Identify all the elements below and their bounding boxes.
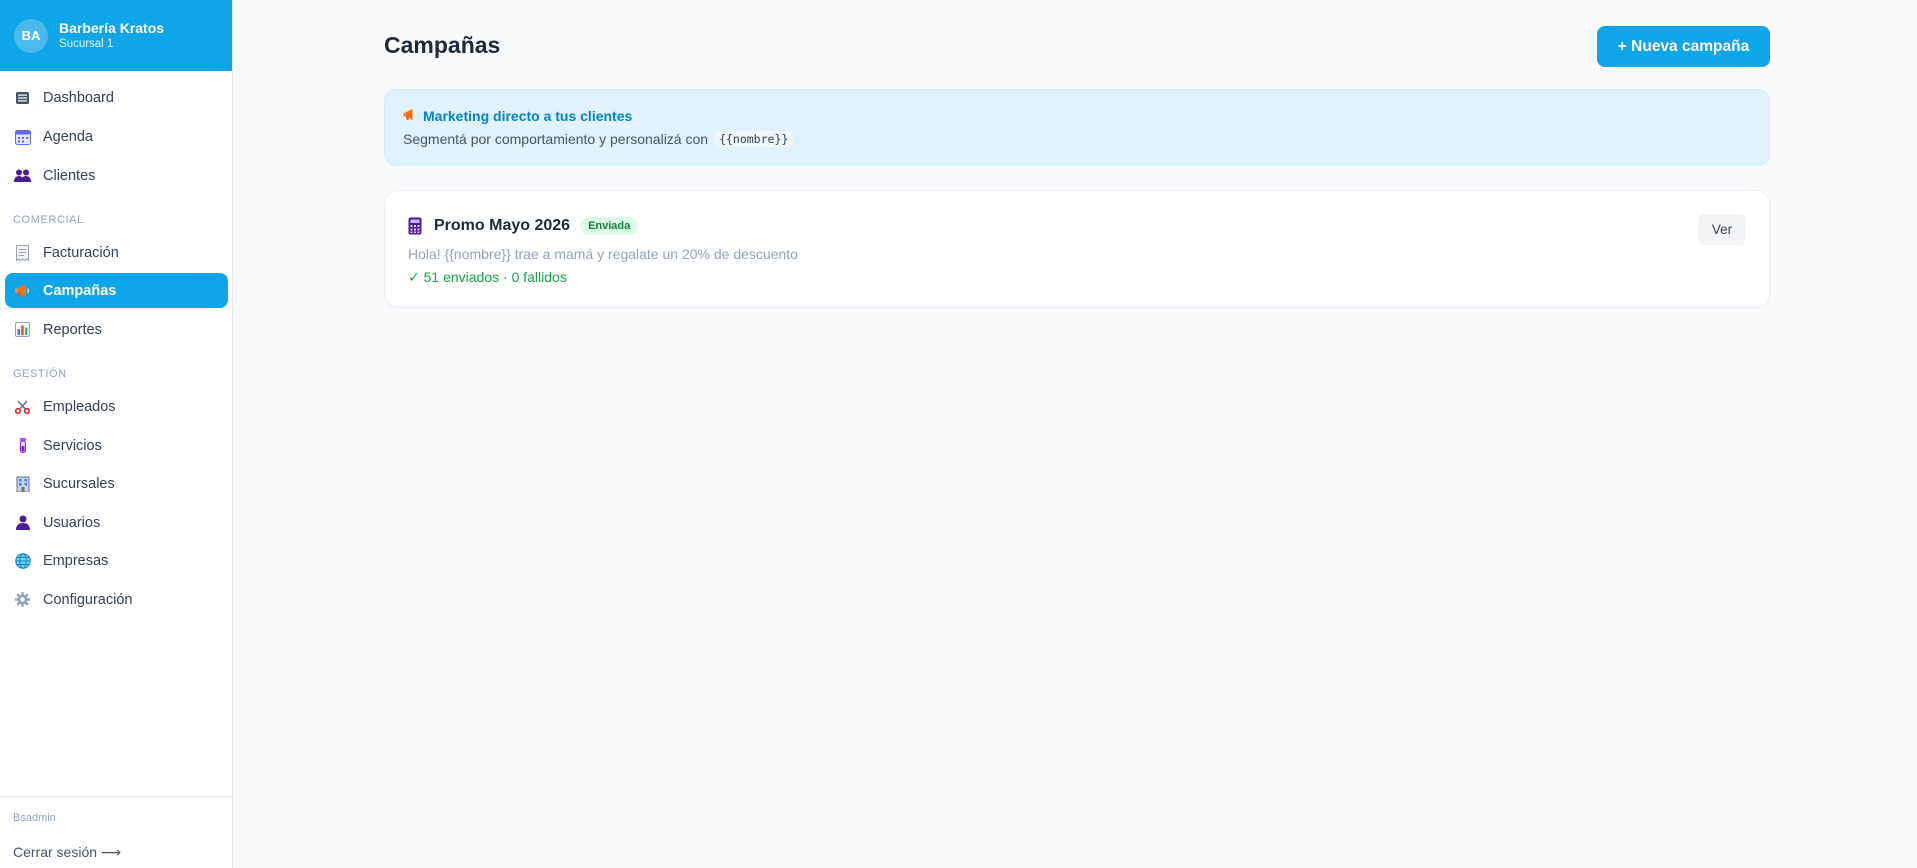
- sidebar-footer: Bsadmin Cerrar sesión ⟶: [0, 796, 233, 860]
- users-icon: [14, 167, 31, 184]
- campaign-card: Promo Mayo 2026 Enviada Hola! {{nombre}}…: [384, 190, 1770, 307]
- info-title: Marketing directo a tus clientes: [423, 108, 633, 124]
- sidebar-item-clientes[interactable]: Clientes: [5, 158, 228, 193]
- new-campaign-button[interactable]: + Nueva campaña: [1597, 26, 1770, 67]
- list-icon: [14, 89, 31, 106]
- section-label-gestion: GESTIÓN: [13, 368, 67, 380]
- section-label-comercial: COMERCIAL: [13, 214, 84, 226]
- sidebar-item-usuarios[interactable]: Usuarios: [5, 505, 228, 540]
- sidebar-item-label: Reportes: [43, 321, 102, 338]
- globe-icon: [14, 552, 31, 569]
- megaphone-icon: [14, 282, 31, 299]
- sidebar-item-label: Facturación: [43, 244, 119, 261]
- calendar-icon: [14, 128, 31, 145]
- sidebar-item-sucursales[interactable]: Sucursales: [5, 466, 228, 501]
- bar-chart-icon: [14, 321, 31, 338]
- sidebar-item-label: Clientes: [43, 167, 96, 184]
- status-badge: Enviada: [580, 217, 639, 235]
- info-text: Segmentá por comportamiento y personaliz…: [403, 131, 709, 147]
- placeholder-token: {{nombre}}: [714, 131, 794, 147]
- sidebar-item-label: Empleados: [43, 398, 116, 415]
- sidebar-item-label: Configuración: [43, 591, 133, 608]
- sidebar-item-label: Agenda: [43, 128, 93, 145]
- business-name: Barbería Kratos: [59, 19, 165, 36]
- avatar: BA: [14, 18, 48, 53]
- sidebar-item-label: Empresas: [43, 552, 109, 569]
- sidebar-item-campanas[interactable]: Campañas: [5, 273, 228, 308]
- sidebar-item-facturacion[interactable]: Facturación: [5, 235, 228, 270]
- calculator-icon: [408, 217, 424, 235]
- scissors-icon: [14, 398, 31, 415]
- brand-header[interactable]: BA Barbería Kratos Sucursal 1: [0, 0, 232, 71]
- branch-name: Sucursal 1: [59, 37, 114, 50]
- receipt-icon: [14, 244, 31, 261]
- sidebar-item-label: Servicios: [43, 437, 102, 454]
- building-icon: [14, 475, 31, 492]
- sidebar-item-reportes[interactable]: Reportes: [5, 312, 228, 347]
- sidebar-item-dashboard[interactable]: Dashboard: [5, 80, 228, 115]
- sidebar-item-servicios[interactable]: Servicios: [5, 428, 228, 463]
- campaign-title: Promo Mayo 2026: [434, 217, 571, 234]
- sidebar-item-agenda[interactable]: Agenda: [5, 119, 228, 154]
- info-banner: Marketing directo a tus clientes Segment…: [384, 89, 1770, 166]
- user-icon: [14, 514, 31, 531]
- campaign-message: Hola! {{nombre}} trae a mamá y regalate …: [408, 246, 798, 262]
- sidebar-item-empresas[interactable]: Empresas: [5, 543, 228, 578]
- tube-icon: [14, 437, 31, 454]
- sidebar-item-label: Campañas: [43, 282, 117, 299]
- sidebar-item-empleados[interactable]: Empleados: [5, 389, 228, 424]
- sidebar: BA Barbería Kratos Sucursal 1 Dashboard …: [0, 0, 233, 868]
- campaign-stats: ✓ 51 enviados · 0 fallidos: [408, 269, 567, 285]
- sidebar-item-label: Dashboard: [43, 89, 114, 106]
- current-user: Bsadmin: [13, 812, 56, 824]
- sidebar-item-configuracion[interactable]: Configuración: [5, 582, 228, 617]
- megaphone-icon: [403, 108, 417, 124]
- gear-icon: [14, 591, 31, 608]
- page-title: Campañas: [384, 32, 501, 58]
- view-campaign-button[interactable]: Ver: [1698, 214, 1746, 245]
- sidebar-item-label: Sucursales: [43, 475, 115, 492]
- logout-link[interactable]: Cerrar sesión ⟶: [13, 844, 121, 861]
- sidebar-item-label: Usuarios: [43, 514, 101, 531]
